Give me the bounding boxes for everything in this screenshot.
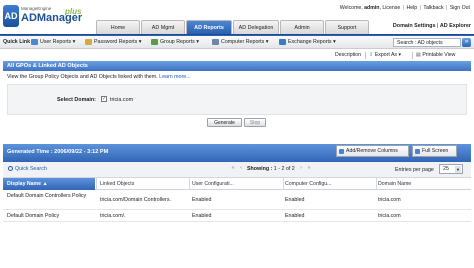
stop-button[interactable]: Stop	[244, 118, 266, 127]
key-icon	[85, 38, 92, 45]
printable-view-link[interactable]: ▤ Printable View	[416, 52, 455, 60]
tab-home[interactable]: Home	[96, 20, 140, 34]
talkback-link[interactable]: Talkback	[423, 5, 443, 11]
columns-icon	[339, 149, 344, 154]
col-linked-objects[interactable]: Linked Objects	[100, 178, 190, 190]
quick-computer-reports[interactable]: Computer Reports ▾	[212, 36, 268, 49]
description-link[interactable]: Description	[335, 52, 361, 60]
export-icon: ⇪	[369, 52, 374, 58]
add-remove-columns-button[interactable]: Add/Remove Columns	[336, 145, 409, 157]
cell-domain-name: tricia.com	[378, 213, 401, 219]
help-link[interactable]: Help	[407, 5, 418, 11]
printer-icon: ▤	[416, 52, 421, 58]
logo-plus: plus	[65, 7, 82, 16]
main-tabs: Home AD Mgmt AD Reports AD Delegation Ad…	[96, 20, 370, 34]
export-as-menu[interactable]: ⇪ Export As ▾	[369, 52, 401, 60]
user-name: admin	[364, 5, 380, 11]
learn-more-link[interactable]: Learn more...	[159, 74, 191, 80]
entries-per-page-label: Entries per page	[395, 167, 434, 173]
computer-icon	[212, 38, 219, 45]
cell-user-configuration: Enabled	[192, 213, 212, 219]
full-screen-button[interactable]: Full Screen	[412, 145, 457, 157]
cell-display-name: Default Domain Policy	[7, 213, 60, 219]
header-right-links: Domain Settings | AD Explorer	[392, 23, 471, 29]
quick-link-label: Quick Link :	[3, 39, 34, 45]
cell-linked-objects: tricia.com/.	[100, 213, 126, 219]
tab-support[interactable]: Support	[325, 20, 369, 34]
logo-vendor: ManageEngine	[21, 6, 52, 11]
cell-display-name: Default Domain Controllers Policy	[7, 193, 87, 199]
domain-checkbox[interactable]: ✓	[101, 96, 107, 102]
quick-user-reports[interactable]: User Reports ▾	[31, 36, 75, 49]
domain-checkbox-label: tricia.com	[110, 97, 134, 103]
first-page-icon[interactable]: «	[230, 165, 236, 172]
group-icon	[151, 38, 158, 45]
prev-page-icon[interactable]: ‹	[238, 165, 244, 172]
logo-mark: AD	[3, 5, 19, 27]
tab-ad-delegation[interactable]: AD Delegation	[233, 20, 279, 34]
cell-user-configuration: Enabled	[192, 197, 212, 203]
license-link[interactable]: License	[382, 5, 400, 11]
col-domain-name[interactable]: Domain Name	[378, 178, 468, 190]
exchange-icon	[279, 38, 286, 45]
grid-header-row: Display Name ▲ Linked Objects User Confi…	[3, 178, 471, 190]
generate-button[interactable]: Generate	[207, 118, 242, 127]
table-row[interactable]: Default Domain Policy tricia.com/. Enabl…	[3, 210, 471, 222]
panel-title: All GPOs & Linked AD Objects	[3, 61, 471, 71]
top-links: Welcome, admin, License | Help | Talkbac…	[339, 5, 470, 11]
entries-per-page-select[interactable]: 25 ▼	[439, 164, 463, 174]
table-row[interactable]: Default Domain Controllers Policy tricia…	[3, 190, 471, 210]
col-display-name[interactable]: Display Name ▲	[7, 178, 95, 190]
cell-computer-configuration: Enabled	[285, 197, 305, 203]
search-icon	[8, 166, 13, 172]
app-header: AD ManageEngine ADManager plus Welcome, …	[0, 0, 474, 34]
cell-domain-name: tricia.com	[378, 197, 401, 203]
select-domain-label: Select Domain:	[57, 97, 96, 103]
app-logo[interactable]: AD ManageEngine ADManager plus	[3, 3, 83, 31]
quick-link-bar: Quick Link : User Reports ▾ Password Rep…	[0, 36, 474, 49]
col-user-configuration[interactable]: User Configurati...	[192, 178, 282, 190]
last-page-icon[interactable]: »	[306, 165, 312, 172]
next-page-icon[interactable]: ›	[298, 165, 304, 172]
generated-time: Generated Time : 2006/09/22 - 3:12 PM	[7, 149, 109, 155]
fullscreen-icon	[415, 149, 420, 154]
pagination-info: Showing : 1 - 2 of 2	[247, 166, 295, 172]
col-computer-configuration[interactable]: Computer Configu...	[285, 178, 375, 190]
users-icon	[31, 38, 38, 45]
welcome-text: Welcome,	[339, 5, 363, 11]
quick-exchange-reports[interactable]: Exchange Reports ▾	[279, 36, 336, 49]
cell-computer-configuration: Enabled	[285, 213, 305, 219]
chevron-down-icon: ▼	[455, 166, 461, 173]
domain-settings-link[interactable]: Domain Settings	[393, 23, 436, 29]
quick-password-reports[interactable]: Password Reports ▾	[85, 36, 141, 49]
search-go-button[interactable]: »	[462, 38, 471, 47]
tab-ad-reports[interactable]: AD Reports	[186, 20, 232, 34]
signout-link[interactable]: Sign Out	[450, 5, 470, 11]
cell-linked-objects: tricia.com/Domain Controllers.	[100, 197, 171, 203]
tab-ad-mgmt[interactable]: AD Mgmt	[141, 20, 185, 34]
search-input[interactable]: Search : AD objects	[393, 38, 461, 47]
sort-asc-icon: ▲	[42, 181, 48, 187]
tab-admin[interactable]: Admin	[280, 20, 324, 34]
quick-search-link[interactable]: Quick Search	[8, 166, 47, 172]
quick-group-reports[interactable]: Group Reports ▾	[151, 36, 199, 49]
panel-description: View the Group Policy Objects and AD Obj…	[7, 74, 191, 80]
ad-explorer-link[interactable]: AD Explorer	[440, 23, 471, 29]
